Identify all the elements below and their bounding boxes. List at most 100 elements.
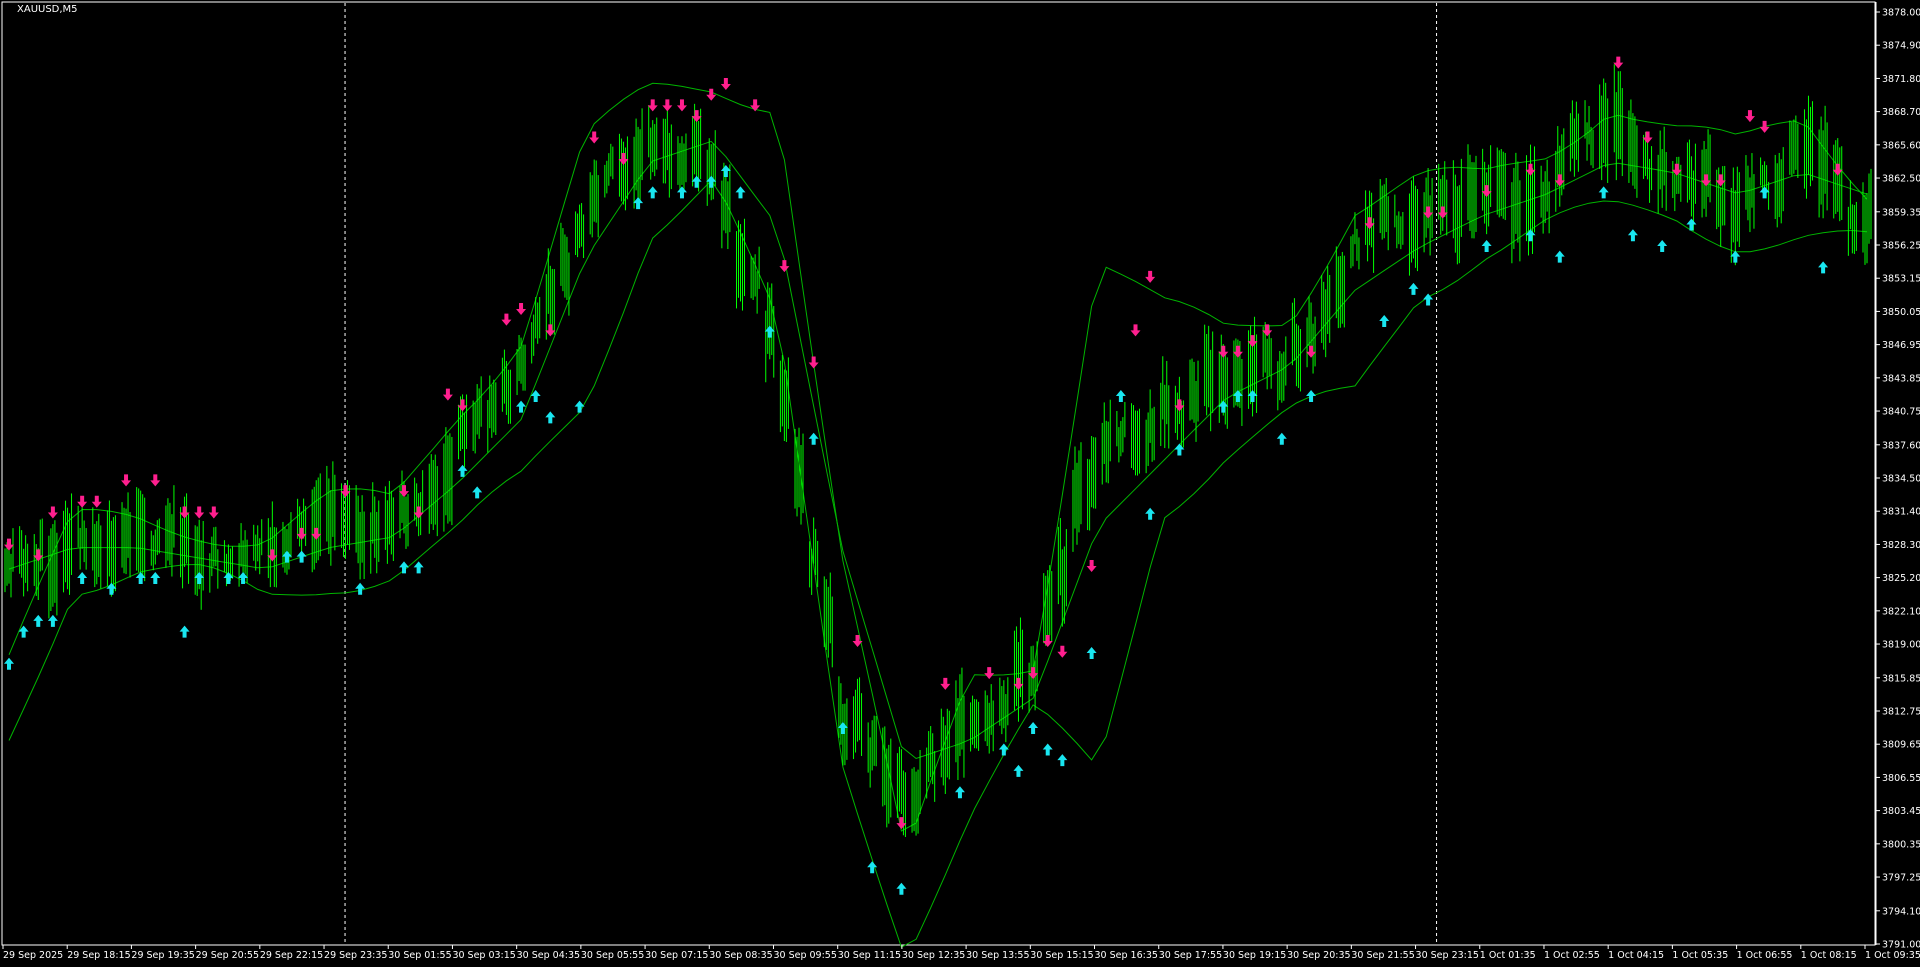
buy-arrow-icon <box>1145 507 1156 520</box>
price-tick-label: 3865.60 <box>1882 140 1920 151</box>
sell-arrow-icon <box>1145 270 1156 283</box>
sell-arrow-icon <box>808 356 819 369</box>
symbol-title: XAUUSD,M5 <box>17 4 78 15</box>
sell-arrow-icon <box>940 677 951 690</box>
price-tick-label: 3828.30 <box>1882 540 1920 551</box>
price-tick-label: 3812.75 <box>1882 707 1920 718</box>
price-tick-label: 3843.85 <box>1882 373 1920 384</box>
sell-arrow-icon <box>589 131 600 144</box>
price-tick-label: 3791.00 <box>1882 940 1920 951</box>
price-tick-label: 3846.95 <box>1882 340 1920 351</box>
buy-arrow-icon <box>1408 282 1419 295</box>
buy-arrow-icon <box>355 582 366 595</box>
time-tick-label: 30 Sep 12:35 <box>902 950 965 961</box>
time-tick-label: 1 Oct 08:15 <box>1801 950 1857 961</box>
price-tick-label: 3871.80 <box>1882 74 1920 85</box>
buy-arrow-icon <box>1818 261 1829 274</box>
sell-arrow-icon <box>194 506 205 519</box>
buy-arrow-icon <box>735 186 746 199</box>
buy-arrow-icon <box>1481 239 1492 252</box>
price-tick-label: 3815.85 <box>1882 673 1920 684</box>
price-tick-label: 3809.65 <box>1882 740 1920 751</box>
price-tick-label: 3878.00 <box>1882 8 1920 19</box>
chart-window[interactable]: 3878.00 3874.90 3871.80 3868.70 3865.60 3862.… <box>0 0 1920 967</box>
sell-arrow-icon <box>1130 324 1141 337</box>
buy-arrow-icon <box>399 561 410 574</box>
time-tick-label: 30 Sep 05:55 <box>581 950 644 961</box>
time-tick-label: 30 Sep 09:55 <box>773 950 836 961</box>
buy-arrow-icon <box>1598 186 1609 199</box>
price-tick-label: 3859.35 <box>1882 207 1920 218</box>
time-tick-label: 30 Sep 08:35 <box>709 950 772 961</box>
price-tick-label: 3856.25 <box>1882 241 1920 252</box>
time-tick-label: 1 Oct 04:15 <box>1608 950 1664 961</box>
middle-band <box>8 140 1868 760</box>
price-tick-label: 3868.70 <box>1882 107 1920 118</box>
plot-frame <box>1 1 1876 946</box>
price-tick-label: 3803.45 <box>1882 806 1920 817</box>
time-tick-label: 29 Sep 20:55 <box>196 950 259 961</box>
buy-arrow-icon <box>413 561 424 574</box>
time-tick-label: 30 Sep 07:15 <box>645 950 708 961</box>
sell-arrow-icon <box>516 302 527 315</box>
buy-arrow-icon <box>1554 250 1565 263</box>
sell-arrow-icon <box>121 474 132 487</box>
price-tick-label: 3825.20 <box>1882 573 1920 584</box>
time-tick-label: 1 Oct 06:55 <box>1737 950 1793 961</box>
time-tick-label: 30 Sep 23:15 <box>1416 950 1479 961</box>
buy-arrow-icon <box>998 743 1009 756</box>
price-axis[interactable]: 3878.00 3874.90 3871.80 3868.70 3865.60 3862.… <box>1875 2 1920 951</box>
buy-arrow-icon <box>1306 389 1317 402</box>
sell-arrow-icon <box>442 388 453 401</box>
buy-arrow-icon <box>150 572 161 585</box>
sell-arrow-icon <box>984 667 995 680</box>
sell-arrow-icon <box>1744 110 1755 123</box>
sell-arrow-icon <box>852 635 863 648</box>
buy-arrow-icon <box>1013 764 1024 777</box>
time-tick-label: 29 Sep 18:15 <box>67 950 130 961</box>
buy-arrow-icon <box>472 486 483 499</box>
price-tick-label: 3806.55 <box>1882 773 1920 784</box>
time-tick-label: 30 Sep 17:55 <box>1159 950 1222 961</box>
lower-band <box>8 179 1868 948</box>
buy-arrow-icon <box>4 657 14 670</box>
buy-arrow-icon <box>647 186 658 199</box>
time-tick-label: 29 Sep 2025 <box>3 950 63 961</box>
sell-arrow-icon <box>150 474 161 487</box>
time-tick-label: 30 Sep 19:15 <box>1223 950 1286 961</box>
price-tick-label: 3831.40 <box>1882 507 1920 518</box>
time-tick-label: 29 Sep 19:35 <box>131 950 194 961</box>
bollinger-bands <box>8 82 1868 948</box>
time-tick-label: 1 Oct 01:35 <box>1480 950 1536 961</box>
sell-arrow-icon <box>501 313 512 326</box>
time-tick-label: 30 Sep 01:55 <box>388 950 451 961</box>
sell-arrow-icon <box>720 77 731 90</box>
price-tick-label: 3819.00 <box>1882 640 1920 651</box>
time-tick-label: 30 Sep 15:15 <box>1030 950 1093 961</box>
candles <box>4 64 1872 838</box>
time-axis[interactable]: 29 Sep 2025 29 Sep 18:15 29 Sep 19:35 29 Se… <box>2 945 1920 961</box>
time-tick-label: 29 Sep 22:15 <box>260 950 323 961</box>
sell-arrow-icon <box>1759 120 1770 133</box>
buy-arrow-icon <box>1627 229 1638 242</box>
buy-arrow-icon <box>77 572 88 585</box>
price-tick-label: 3822.10 <box>1882 606 1920 617</box>
sell-arrow-icon <box>779 260 790 273</box>
buy-arrow-icon <box>1276 432 1287 445</box>
sell-arrow-icon <box>1086 560 1097 573</box>
buy-arrow-icon <box>808 432 819 445</box>
price-chart[interactable]: 3878.00 3874.90 3871.80 3868.70 3865.60 3862.… <box>0 0 1920 967</box>
buy-arrow-icon <box>33 614 44 627</box>
time-tick-label: 30 Sep 04:35 <box>517 950 580 961</box>
buy-arrow-icon <box>1379 314 1390 327</box>
buy-arrow-icon <box>954 786 965 799</box>
price-tick-label: 3834.50 <box>1882 474 1920 485</box>
price-tick-label: 3874.90 <box>1882 41 1920 52</box>
sell-arrow-icon <box>47 506 58 519</box>
time-tick-label: 30 Sep 11:15 <box>838 950 901 961</box>
time-tick-label: 30 Sep 20:35 <box>1287 950 1350 961</box>
sell-arrow-icon <box>91 495 102 508</box>
buy-arrow-icon <box>1657 239 1668 252</box>
time-tick-label: 1 Oct 05:35 <box>1672 950 1728 961</box>
price-tick-label: 3850.05 <box>1882 307 1920 318</box>
